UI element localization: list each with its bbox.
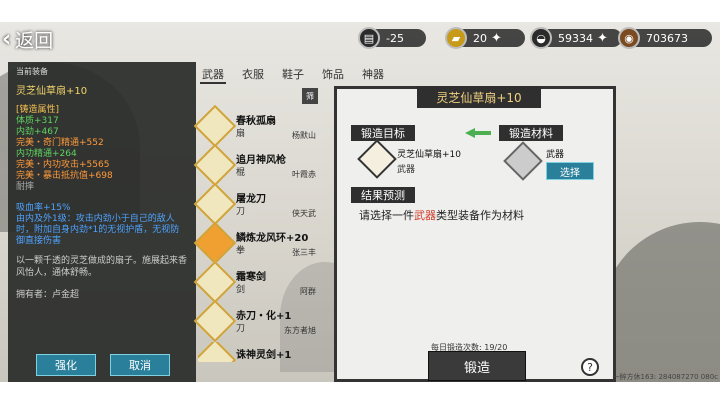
silver-value: 59334 [558, 31, 593, 45]
item-name: 诛神灵剑+1 [236, 350, 292, 361]
item-description: 以一颗千透的灵芝做成的扇子。施展起来香风怡人，通体舒畅。 [16, 256, 188, 278]
attr-line: 内劲+467 [16, 127, 59, 137]
stamina-icon: ▤ [358, 27, 380, 49]
attr-line: 体质+317 [16, 116, 59, 126]
item-owner: 东方者旭 [284, 326, 316, 335]
tab-accessory[interactable]: 饰品 [320, 66, 346, 84]
item-owner: 侠天武 [292, 209, 316, 218]
silver-ingot-icon: ◒ [530, 27, 552, 49]
result-label: 结果预测 [351, 187, 415, 203]
list-item[interactable]: 赤刀・化+1 刀 东方者旭 [193, 299, 318, 343]
item-name: 屠龙刀 [236, 194, 266, 205]
footer-id: 一醉方休163: 284087270 080c [612, 373, 718, 381]
target-name: 灵芝仙草扇+10 [397, 150, 461, 160]
sword-icon [198, 342, 237, 362]
item-owner: 叶霞赤 [292, 170, 316, 179]
item-type: 剑 [236, 285, 246, 295]
list-item[interactable]: 霜寒剑 剑 阿群 [193, 260, 318, 304]
stamina-value: -25 [386, 31, 404, 45]
target-type: 武器 [397, 165, 416, 175]
item-name: 赤刀・化+1 [236, 311, 292, 322]
drain-line: 由内及外1级：攻击内劲小于自己的敌人时，附加自身内劲*1的无视护盾，无视防御直接… [16, 214, 180, 246]
forge-material-label: 锻造材料 [499, 125, 563, 141]
fan-icon[interactable] [357, 139, 397, 179]
perfect-line: 完美・奇门精通+552 [16, 138, 104, 148]
gold-value: 20 [473, 31, 487, 45]
top-bar: ‹ 返回 ▤ -25 ▰ 20 ✦ ◒ 59334 ✦ ◉ 703673 [0, 22, 720, 56]
back-label: 返回 [15, 30, 54, 52]
perfect-line: 内功精通+264 [16, 149, 77, 159]
sword-icon [193, 260, 237, 304]
item-name: 追月神风枪 [236, 155, 286, 166]
filter-button[interactable]: 筛 [302, 88, 318, 104]
tab-clothes[interactable]: 衣服 [240, 66, 266, 84]
list-item[interactable]: 诛神灵剑+1 [198, 342, 318, 362]
help-icon[interactable]: ? [581, 358, 599, 376]
coin-counter: ◉ 703673 [618, 27, 712, 49]
item-owner: 杨默山 [292, 131, 316, 140]
item-name: 鳞炼龙风环+20 [236, 233, 309, 244]
silver-counter: ◒ 59334 ✦ [530, 27, 622, 49]
spear-icon [193, 143, 237, 187]
item-owner: 拥有者：卢金超 [16, 290, 80, 300]
blade-icon [193, 299, 237, 343]
item-owner: 阿群 [300, 287, 316, 296]
item-name: 春秋孤扇 [236, 116, 276, 127]
item-type: 棍 [236, 168, 246, 178]
result-hint: 请选择一件武器类型装备作为材料 [359, 209, 524, 222]
blade-icon [193, 182, 237, 226]
list-item[interactable]: 屠龙刀 刀 侠天武 [193, 182, 318, 226]
arrow-left-icon [465, 128, 491, 138]
tab-shoes[interactable]: 鞋子 [280, 66, 306, 84]
add-silver-button[interactable]: ✦ [597, 31, 608, 46]
select-material-button[interactable]: 选择 [546, 162, 594, 180]
forge-target-label: 锻造目标 [351, 125, 415, 141]
forge-panel-title: 灵芝仙草扇+10 [417, 86, 541, 108]
material-type: 武器 [546, 150, 565, 160]
tab-artifact[interactable]: 神器 [360, 66, 386, 84]
equipment-tabs: 武器 衣服 鞋子 饰品 神器 [200, 66, 386, 84]
item-type: 拳 [236, 246, 246, 256]
ring-icon [193, 221, 237, 265]
cancel-button[interactable]: 取消 [110, 354, 170, 376]
perfect-line: 完美・暴击抵抗值+698 [16, 171, 113, 181]
mountain-decoration [600, 222, 720, 382]
list-item[interactable]: 追月神风枪 棍 叶霞赤 [193, 143, 318, 187]
material-slot-icon[interactable] [503, 141, 543, 181]
forge-button[interactable]: 锻造 [428, 351, 526, 381]
game-background: ‹ 返回 ▤ -25 ▰ 20 ✦ ◒ 59334 ✦ ◉ 703673 当前装备 … [0, 22, 720, 382]
special-line: 耐摔 [16, 182, 35, 192]
panel-header: 当前装备 [16, 67, 48, 76]
add-gold-button[interactable]: ✦ [491, 31, 502, 46]
item-owner: 张三丰 [292, 248, 316, 257]
tab-weapon[interactable]: 武器 [200, 66, 226, 84]
list-item[interactable]: 春秋孤扇 扇 杨默山 [193, 104, 318, 148]
item-type: 刀 [236, 207, 246, 217]
item-name: 霜寒剑 [236, 272, 266, 283]
forge-panel: 灵芝仙草扇+10 锻造目标 锻造材料 灵芝仙草扇+10 武器 武器 选择 结果预… [334, 86, 616, 382]
fan-icon [193, 104, 237, 148]
item-type: 刀 [236, 324, 246, 334]
equipment-list: 春秋孤扇 扇 杨默山 追月神风枪 棍 叶霞赤 屠龙刀 刀 侠天武 鳞炼龙风环+2… [193, 104, 318, 362]
list-item[interactable]: 鳞炼龙风环+20 拳 张三丰 [193, 221, 318, 265]
coin-value: 703673 [646, 31, 688, 45]
gold-counter: ▰ 20 ✦ [445, 27, 525, 49]
perfect-line: 完美・内功攻击+5565 [16, 160, 110, 170]
gold-bar-icon: ▰ [445, 27, 467, 49]
drain-line: 吸血率+15% [16, 203, 71, 213]
stamina-counter: ▤ -25 [358, 27, 426, 49]
back-button[interactable]: ‹ 返回 [2, 26, 53, 53]
attr-title: [铸造属性] [16, 105, 60, 115]
chevron-left-icon: ‹ [2, 27, 12, 52]
enhance-button[interactable]: 强化 [36, 354, 96, 376]
item-name: 灵芝仙草扇+10 [16, 86, 88, 97]
coin-icon: ◉ [618, 27, 640, 49]
equipment-detail-panel: 当前装备 灵芝仙草扇+10 [铸造属性] 体质+317 内劲+467 完美・奇门… [8, 62, 196, 382]
item-type: 扇 [236, 129, 246, 139]
